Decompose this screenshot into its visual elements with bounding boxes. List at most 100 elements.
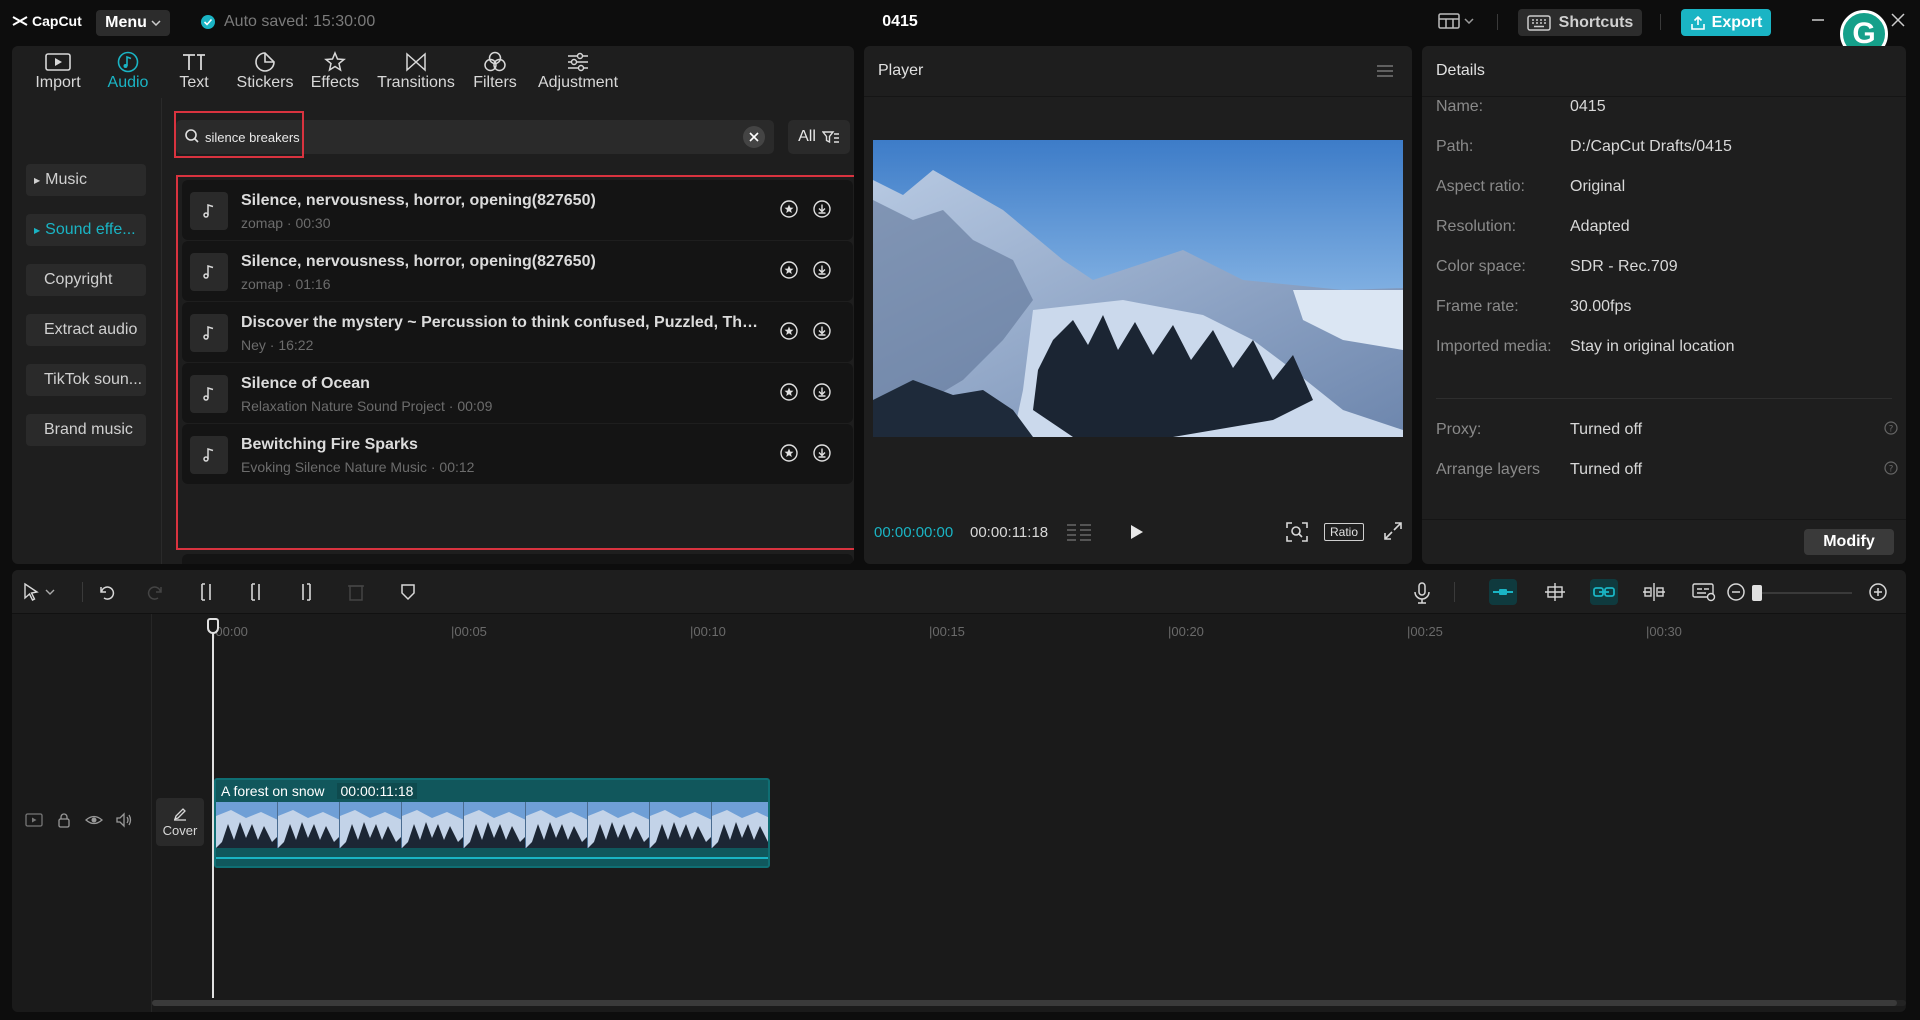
layout-button[interactable]	[1438, 12, 1474, 30]
tab-text[interactable]: Text	[158, 46, 230, 98]
stickers-icon	[254, 50, 276, 74]
record-audio-button[interactable]	[1412, 582, 1432, 604]
timeline-scrollbar-thumb[interactable]	[152, 1000, 1897, 1006]
close-button[interactable]	[1890, 12, 1906, 28]
split-left-button[interactable]	[246, 582, 266, 602]
effects-icon	[324, 50, 346, 74]
tab-adjustment[interactable]: Adjustment	[528, 46, 628, 98]
detail-value: Turned off	[1570, 461, 1643, 478]
fullscreen-button[interactable]	[1384, 522, 1402, 540]
marker-button[interactable]	[398, 582, 418, 602]
detail-label: Aspect ratio:	[1436, 178, 1525, 195]
details-title: Details	[1436, 62, 1485, 79]
linkage-toggle[interactable]	[1590, 579, 1618, 605]
detail-label: Path:	[1436, 138, 1474, 155]
import-icon	[45, 50, 71, 74]
play-button[interactable]	[1126, 522, 1146, 542]
player-panel: Player 00:00:00:00 00:00:11:18 Ratio	[864, 46, 1412, 564]
shortcuts-button[interactable]: Shortcuts	[1518, 9, 1642, 36]
clip-header: A forest on snow 00:00:11:18	[216, 780, 768, 802]
divider	[1497, 14, 1498, 30]
category-label: Brand music	[44, 421, 133, 438]
minimize-button[interactable]	[1810, 12, 1826, 28]
modify-button[interactable]: Modify	[1804, 529, 1894, 555]
clip-name: A forest on snow	[221, 783, 325, 799]
video-clip[interactable]: A forest on snow 00:00:11:18	[214, 778, 770, 868]
split-right-button[interactable]	[296, 582, 316, 602]
split-button[interactable]	[196, 582, 216, 602]
cover-button[interactable]: Cover	[156, 798, 204, 846]
help-icon[interactable]: ?	[1884, 421, 1898, 435]
tab-label: Stickers	[236, 74, 294, 91]
delete-button[interactable]	[346, 582, 366, 602]
timeline-grid-button[interactable]	[1066, 522, 1092, 542]
category-extract-audio[interactable]: Extract audio	[26, 314, 146, 346]
auto-snap-button[interactable]	[1544, 582, 1566, 602]
clip-duration: 00:00:11:18	[336, 783, 418, 799]
select-tool-button[interactable]	[22, 582, 58, 602]
help-icon[interactable]: ?	[1884, 461, 1898, 475]
detail-value: Adapted	[1570, 218, 1630, 235]
tab-audio[interactable]: Audio	[98, 46, 158, 98]
microphone-icon	[1414, 582, 1430, 604]
tab-effects[interactable]: Effects	[300, 46, 370, 98]
filter-button[interactable]: All	[788, 120, 850, 154]
category-copyright[interactable]: Copyright	[26, 264, 146, 296]
menu-label: Menu	[105, 14, 147, 31]
player-menu-button[interactable]	[1376, 64, 1394, 78]
filter-icon	[821, 131, 839, 144]
preview-axis-button[interactable]	[1642, 582, 1666, 602]
ruler-tick-label: |00:15	[929, 624, 965, 639]
time-ruler[interactable]: |00:00 |00:05 |00:10 |00:15 |00:20 |00:25 |00:…	[152, 614, 1906, 642]
main-track-magnet-toggle[interactable]	[1489, 579, 1517, 605]
category-label: Extract audio	[44, 321, 138, 338]
clear-search-button[interactable]	[743, 126, 765, 148]
delete-icon	[348, 585, 364, 601]
filters-icon	[483, 50, 507, 74]
fit-view-button[interactable]	[1286, 522, 1308, 542]
category-brand-music[interactable]: Brand music	[26, 414, 146, 446]
playhead-handle[interactable]	[207, 618, 219, 634]
zoom-in-button[interactable]	[1868, 582, 1888, 602]
detail-label: Resolution:	[1436, 218, 1517, 235]
ruler-tick-label: |00:05	[451, 624, 487, 639]
svg-text:?: ?	[1889, 425, 1894, 435]
detail-value: D:/CapCut Drafts/0415	[1570, 138, 1732, 155]
zoom-out-button[interactable]	[1726, 582, 1746, 602]
export-button[interactable]: Export	[1681, 9, 1771, 36]
zoom-slider-handle[interactable]	[1752, 585, 1762, 601]
detail-value: SDR - Rec.709	[1570, 258, 1678, 275]
playhead[interactable]	[212, 628, 214, 998]
tab-stickers[interactable]: Stickers	[230, 46, 300, 98]
ratio-button[interactable]: Ratio	[1324, 523, 1364, 541]
chevron-down-icon	[1464, 18, 1474, 24]
capcut-logo: CapCut	[12, 13, 82, 29]
lock-icon[interactable]	[55, 812, 73, 828]
cover-label: Cover	[162, 822, 198, 838]
player-title: Player	[878, 62, 924, 79]
ruler-tick-label: |00:25	[1407, 624, 1443, 639]
detail-value: Turned off	[1570, 421, 1643, 438]
clip-audio-waveform	[216, 848, 768, 866]
speaker-icon[interactable]	[115, 812, 133, 828]
menu-button[interactable]: Menu	[96, 10, 170, 36]
shield-icon	[401, 584, 415, 601]
eye-icon[interactable]	[85, 812, 103, 828]
undo-button[interactable]	[96, 582, 116, 602]
caption-preview-button[interactable]	[1692, 582, 1716, 602]
tab-filters[interactable]: Filters	[462, 46, 528, 98]
tab-import[interactable]: Import	[18, 46, 98, 98]
link-icon	[1493, 589, 1513, 595]
tab-transitions[interactable]: Transitions	[370, 46, 462, 98]
zoom-slider[interactable]	[1757, 592, 1852, 594]
autosave-status: Auto saved: 15:30:00	[200, 13, 375, 31]
divider	[1454, 582, 1455, 602]
category-tiktok-sounds[interactable]: TikTok soun...	[26, 364, 146, 396]
redo-button[interactable]	[146, 582, 166, 602]
cursor-icon	[24, 582, 55, 601]
video-preview	[873, 140, 1403, 437]
category-music[interactable]: ▶ Music	[26, 164, 146, 196]
category-sound-effects[interactable]: ▶ Sound effe...	[26, 214, 146, 246]
focus-icon	[1286, 522, 1308, 542]
close-icon	[749, 132, 759, 142]
